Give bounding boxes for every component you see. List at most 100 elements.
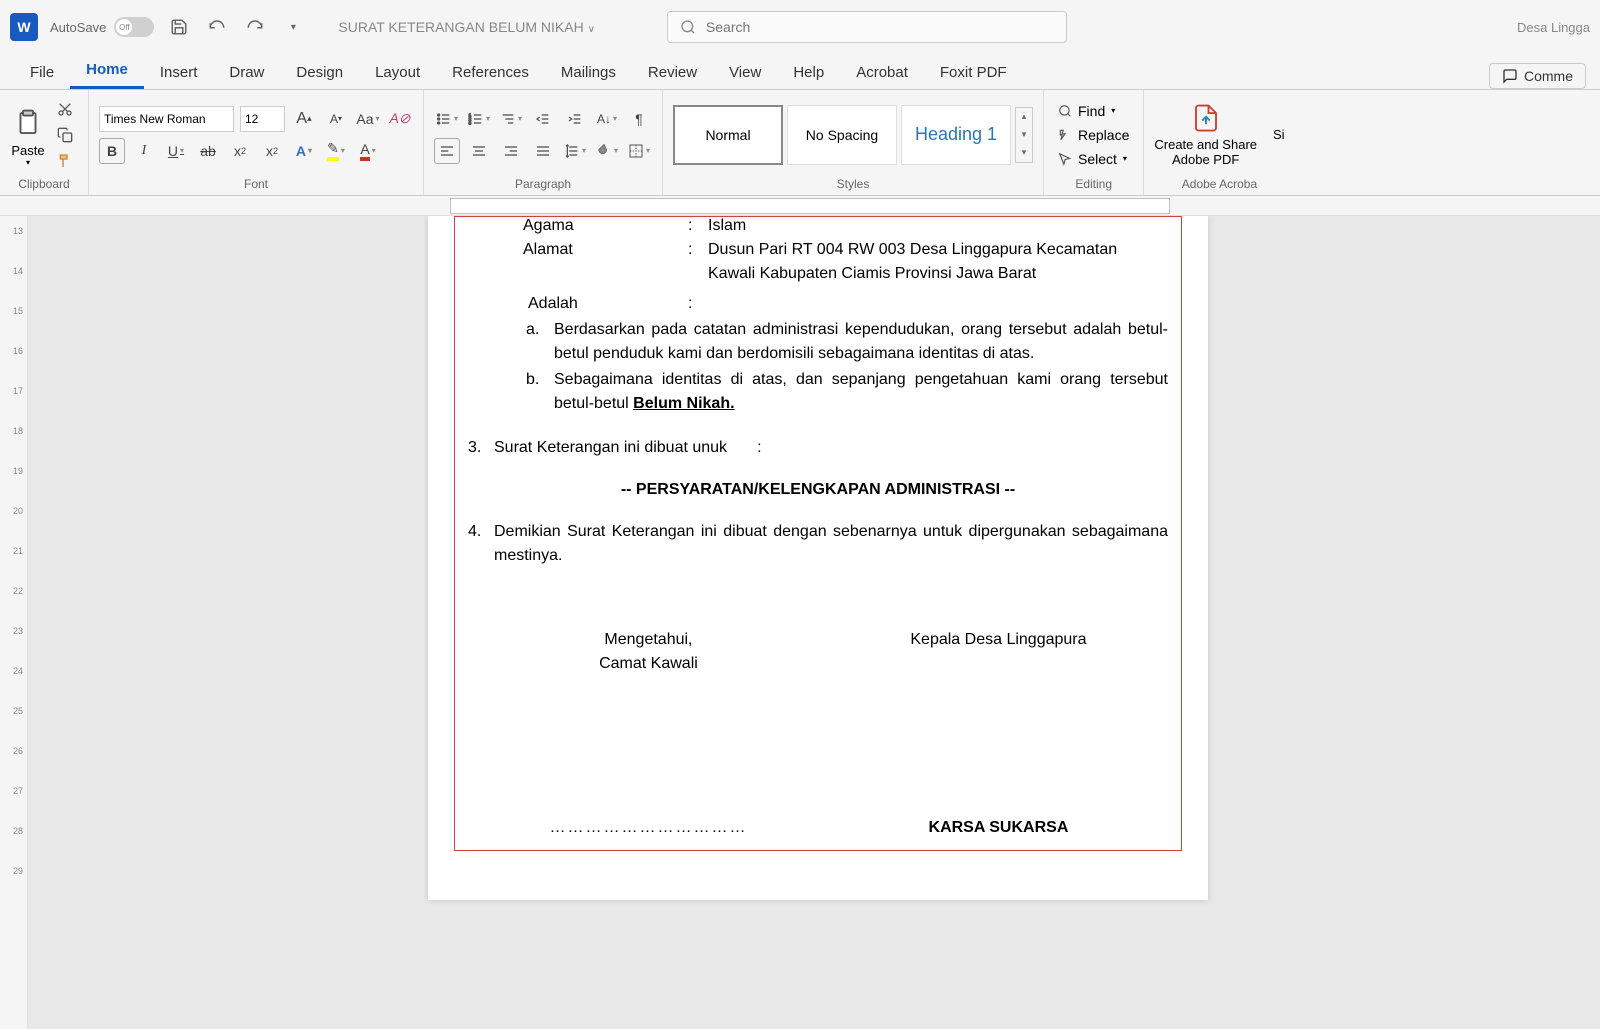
select-icon [1058,152,1072,166]
gallery-expand-icon[interactable]: ▾ [1016,144,1032,162]
shrink-font-icon[interactable]: A▾ [323,106,349,132]
sig-right: Kepala Desa Linggapura KARSA SUKARSA [910,628,1086,840]
tab-review[interactable]: Review [632,56,713,89]
create-share-pdf-button[interactable]: Create and ShareAdobe PDF [1154,103,1257,167]
style-heading1[interactable]: Heading 1 [901,105,1011,165]
clipboard-icon [10,103,46,143]
autosave-toggle[interactable]: AutoSave Off [50,17,154,37]
group-clipboard: Paste ▾ Clipboard [0,90,89,195]
num4-mark: 4. [468,520,494,568]
group-label-editing: Editing [1054,175,1133,193]
comment-icon [1502,68,1518,84]
grow-font-icon[interactable]: A▴ [291,106,317,132]
ribbon: Paste ▾ Clipboard A▴ A▾ Aa A⊘ [0,90,1600,196]
highlight-icon[interactable]: ✎ [323,138,349,164]
ribbon-tabs: File Home Insert Draw Design Layout Refe… [0,54,1600,90]
list-b-body: Sebagaimana identitas di atas, dan sepan… [554,368,1168,416]
tab-design[interactable]: Design [280,56,359,89]
search-box[interactable] [667,11,1067,43]
subscript-button[interactable]: x2 [227,138,253,164]
find-icon [1058,104,1072,118]
strike-button[interactable]: ab [195,138,221,164]
underline-button[interactable]: U [163,138,189,164]
tab-mailings[interactable]: Mailings [545,56,632,89]
tab-layout[interactable]: Layout [359,56,436,89]
cut-icon[interactable] [52,97,78,121]
num3-body: Surat Keterangan ini dibuat unuk: [494,436,1168,460]
line-spacing-icon[interactable] [562,138,588,164]
document-page[interactable]: Agama : Islam Alamat : Dusun Pari RT 004… [428,216,1208,900]
format-painter-icon[interactable] [52,149,78,173]
save-icon[interactable] [166,14,192,40]
adalah-label: Adalah [468,292,688,316]
superscript-button[interactable]: x2 [259,138,285,164]
num4-body: Demikian Surat Keterangan ini dibuat den… [494,520,1168,568]
tab-view[interactable]: View [713,56,777,89]
select-button[interactable]: Select ▾ [1054,149,1133,169]
show-marks-icon[interactable]: ¶ [626,106,652,132]
tab-file[interactable]: File [14,56,70,89]
multilevel-icon[interactable] [498,106,524,132]
svg-text:3: 3 [469,120,472,125]
sig-dots: …………………………… [549,816,747,840]
adobe-extra-button[interactable]: Si [1273,127,1285,142]
bullets-icon[interactable] [434,106,460,132]
align-right-icon[interactable] [498,138,524,164]
group-label-clipboard: Clipboard [10,175,78,193]
font-name-select[interactable] [99,106,234,132]
group-label-adobe: Adobe Acroba [1154,175,1284,193]
horizontal-ruler[interactable] [0,196,1600,216]
gallery-up-icon[interactable]: ▴ [1016,108,1032,126]
paste-button[interactable]: Paste ▾ [10,103,46,167]
tab-home[interactable]: Home [70,53,144,89]
redo-icon[interactable] [242,14,268,40]
gallery-down-icon[interactable]: ▾ [1016,126,1032,144]
sig-name: KARSA SUKARSA [910,816,1086,840]
replace-button[interactable]: Replace [1054,125,1133,145]
numbering-icon[interactable]: 123 [466,106,492,132]
style-normal[interactable]: Normal [673,105,783,165]
decrease-indent-icon[interactable] [530,106,556,132]
group-adobe: Create and ShareAdobe PDF Si Adobe Acrob… [1144,90,1294,195]
justify-icon[interactable] [530,138,556,164]
qat-more-icon[interactable]: ▾ [280,14,306,40]
num3-mark: 3. [468,436,494,460]
tab-insert[interactable]: Insert [144,56,214,89]
align-left-icon[interactable] [434,138,460,164]
font-color-icon[interactable]: A [355,138,381,164]
agama-label: Agama [468,216,688,238]
text-effects-icon[interactable]: A [291,138,317,164]
tab-draw[interactable]: Draw [213,56,280,89]
sort-icon[interactable]: A↓ [594,106,620,132]
vertical-ruler[interactable]: 13 14 15 16 17 18 19 20 21 22 23 24 25 2… [0,216,28,1029]
shading-icon[interactable] [594,138,620,164]
toggle-track[interactable]: Off [114,17,154,37]
title-bar: W AutoSave Off ▾ SURAT KETERANGAN BELUM … [0,0,1600,54]
list-a-mark: a. [526,318,554,366]
clear-format-icon[interactable]: A⊘ [387,106,413,132]
undo-icon[interactable] [204,14,230,40]
document-title[interactable]: SURAT KETERANGAN BELUM NIKAH ∨ [338,19,595,35]
increase-indent-icon[interactable] [562,106,588,132]
search-input[interactable] [706,19,1054,35]
tab-acrobat[interactable]: Acrobat [840,56,924,89]
align-center-icon[interactable] [466,138,492,164]
style-no-spacing[interactable]: No Spacing [787,105,897,165]
italic-button[interactable]: I [131,138,157,164]
find-button[interactable]: Find ▾ [1054,101,1133,121]
change-case-icon[interactable]: Aa [355,106,381,132]
borders-icon[interactable] [626,138,652,164]
tab-help[interactable]: Help [777,56,840,89]
comments-button[interactable]: Comme [1489,63,1586,89]
tab-foxit[interactable]: Foxit PDF [924,56,1023,89]
copy-icon[interactable] [52,123,78,147]
group-label-styles: Styles [673,175,1033,193]
bold-button[interactable]: B [99,138,125,164]
font-size-select[interactable] [240,106,285,132]
replace-icon [1058,128,1072,142]
tab-references[interactable]: References [436,56,545,89]
document-scroll[interactable]: Agama : Islam Alamat : Dusun Pari RT 004… [28,216,1600,1029]
styles-gallery-more[interactable]: ▴▾▾ [1015,107,1033,163]
document-area: 13 14 15 16 17 18 19 20 21 22 23 24 25 2… [0,216,1600,1029]
user-name[interactable]: Desa Lingga [1517,20,1590,35]
